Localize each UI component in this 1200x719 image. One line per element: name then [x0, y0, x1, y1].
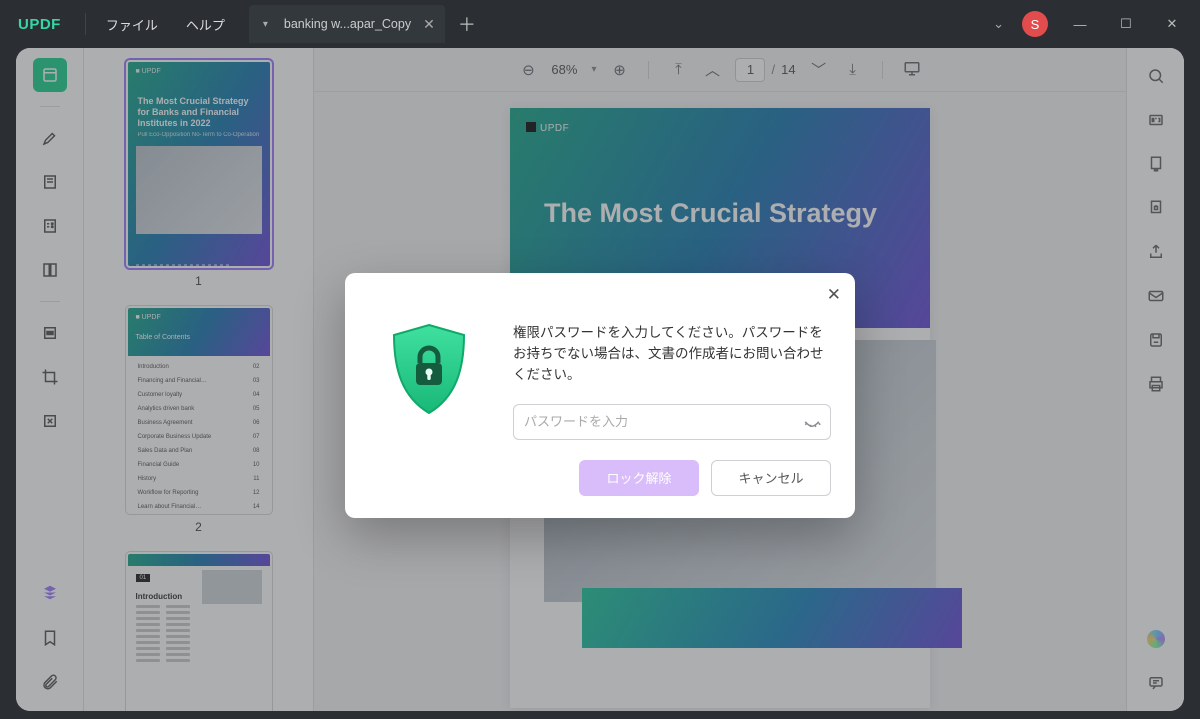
- password-dialog: ✕: [345, 273, 855, 518]
- user-avatar[interactable]: S: [1022, 11, 1048, 37]
- separator: [85, 13, 86, 35]
- tab-dropdown-icon[interactable]: ▾: [263, 19, 268, 30]
- dialog-close-icon[interactable]: ✕: [827, 285, 841, 305]
- toggle-password-visibility-icon[interactable]: [803, 412, 821, 435]
- window-close-button[interactable]: ✕: [1158, 16, 1186, 32]
- app-logo: UPDF: [0, 16, 79, 33]
- password-input[interactable]: [513, 404, 831, 440]
- document-tab[interactable]: ▾ banking w...apar_Copy ✕: [249, 5, 445, 43]
- app-frame: ■ UPDF The Most Crucial Strategy for Ban…: [16, 48, 1184, 711]
- modal-overlay: ✕: [16, 48, 1184, 711]
- tab-add-button[interactable]: ＋: [455, 11, 479, 37]
- window-minimize-button[interactable]: —: [1066, 17, 1094, 32]
- menu-file[interactable]: ファイル: [92, 15, 172, 34]
- title-bar: UPDF ファイル ヘルプ ▾ banking w...apar_Copy ✕ …: [0, 0, 1200, 48]
- dialog-message: 権限パスワードを入力してください。パスワードをお持ちでない場合は、文書の作成者に…: [513, 323, 831, 386]
- tab-title: banking w...apar_Copy: [284, 17, 411, 31]
- cancel-button[interactable]: キャンセル: [711, 460, 831, 496]
- tab-close-icon[interactable]: ✕: [423, 16, 435, 33]
- window-maximize-button[interactable]: ☐: [1112, 16, 1140, 32]
- menu-help[interactable]: ヘルプ: [172, 15, 239, 34]
- lock-shield-icon: [369, 293, 489, 496]
- window-dropdown-icon[interactable]: ⌄: [993, 16, 1004, 32]
- unlock-button[interactable]: ロック解除: [579, 460, 699, 496]
